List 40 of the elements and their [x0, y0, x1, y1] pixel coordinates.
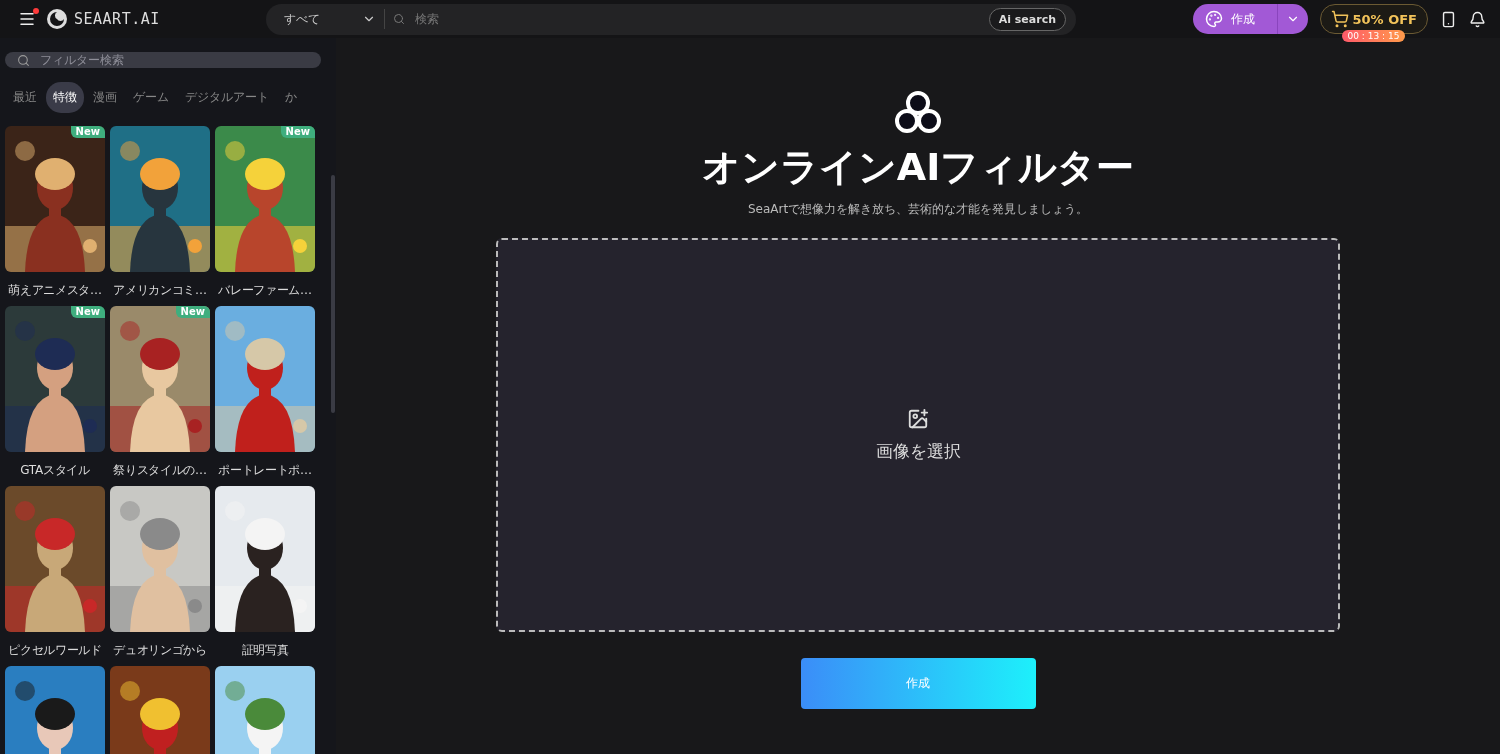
- new-badge: New: [175, 306, 210, 318]
- search-icon: [393, 13, 405, 25]
- search-icon: [17, 53, 30, 67]
- ai-search-button[interactable]: Ai search: [988, 7, 1066, 31]
- phone-icon[interactable]: [1440, 10, 1457, 28]
- bell-icon[interactable]: [1469, 10, 1486, 28]
- filter-label: ポートレートポ…: [218, 462, 312, 479]
- filter-label: 証明写真: [241, 642, 289, 659]
- upload-label: 画像を選択: [875, 439, 961, 463]
- page-subtitle: SeaArtで想像力を解き放ち、芸術的な才能を発見しましょう。: [747, 201, 1089, 218]
- filter-label: 萌えアニメスタ…: [8, 282, 102, 299]
- filter-label: アメリカンコミ…: [113, 282, 207, 299]
- search-bar[interactable]: すべて 検索 Ai search: [266, 3, 1076, 35]
- filter-label: 祭りスタイルの…: [113, 462, 207, 479]
- filter-label: デュオリンゴから: [113, 642, 207, 659]
- scope-select[interactable]: すべて: [284, 10, 376, 28]
- new-badge: New: [70, 306, 105, 318]
- category-tab[interactable]: か: [278, 82, 304, 113]
- category-tab[interactable]: 最近: [6, 82, 44, 113]
- new-badge: New: [70, 126, 105, 138]
- scrollbar[interactable]: [331, 175, 335, 413]
- category-tab[interactable]: ゲーム: [126, 82, 176, 113]
- filter-label: バレーファーム…: [218, 282, 312, 299]
- image-add-icon: [907, 407, 929, 430]
- category-tab[interactable]: 漫画: [86, 82, 124, 113]
- countdown-timer: 00 : 13 : 15: [1341, 30, 1406, 42]
- cart-icon: [1330, 10, 1349, 28]
- image-upload-area[interactable]: 画像を選択: [496, 238, 1340, 632]
- new-badge: New: [280, 126, 315, 138]
- filter-label: ピクセルワールド: [8, 642, 102, 659]
- logo-icon: [46, 8, 68, 30]
- category-tab[interactable]: 特徴: [46, 82, 84, 113]
- filter-logo-icon: [894, 90, 942, 134]
- search-field[interactable]: 検索: [413, 11, 981, 27]
- logo-text: SEAART.AI: [74, 10, 160, 28]
- filter-label: GTAスタイル: [20, 462, 90, 479]
- palette-icon: [1204, 10, 1223, 28]
- menu-icon[interactable]: [18, 10, 36, 28]
- page-title: オンラインAIフィルター: [701, 144, 1135, 191]
- category-tab[interactable]: デジタルアート: [178, 82, 276, 113]
